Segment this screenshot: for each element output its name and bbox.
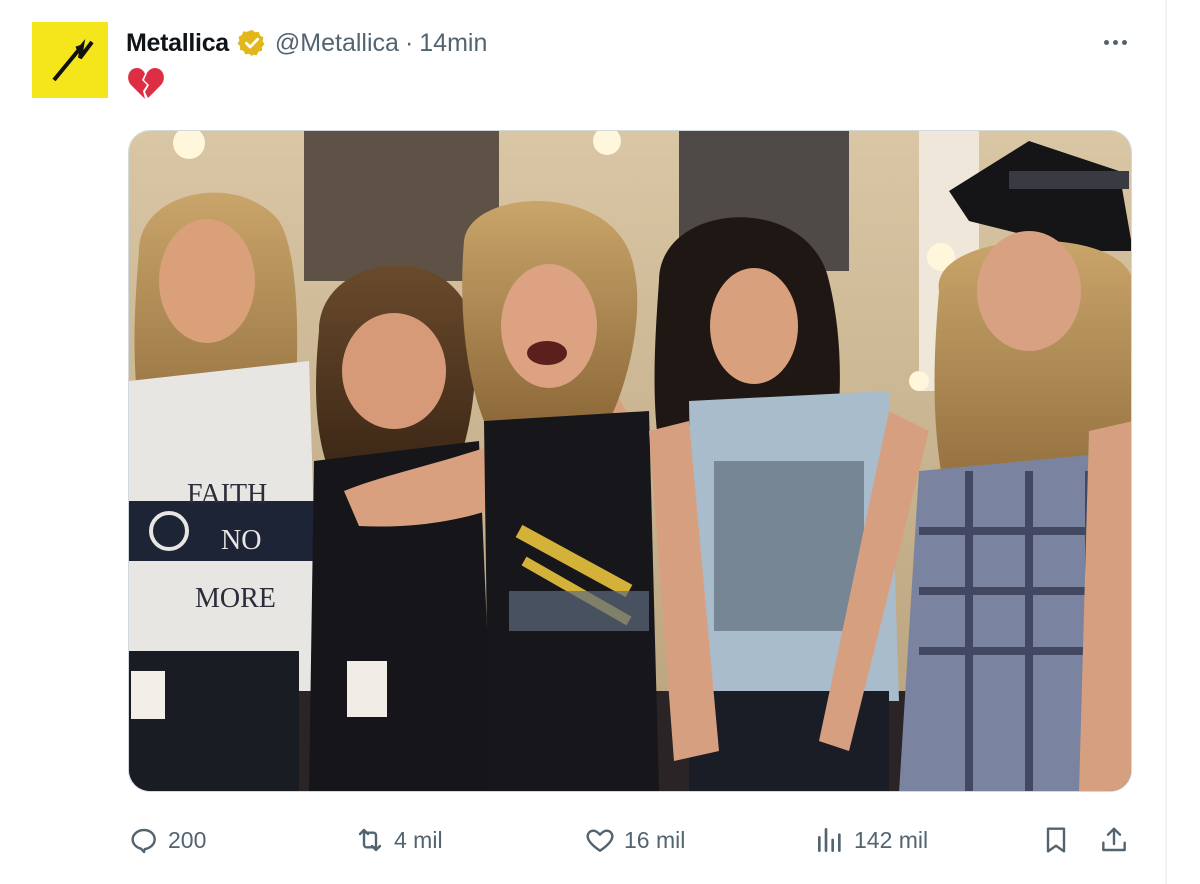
more-horizontal-icon <box>1103 39 1109 45</box>
views-button[interactable]: 142 mil <box>814 820 928 860</box>
tweet-card[interactable]: Metallica @Metallica · 14min FAITH NO MO… <box>0 0 1165 884</box>
more-dot <box>1121 39 1127 45</box>
more-options-button[interactable] <box>1095 25 1135 59</box>
author-handle[interactable]: @Metallica <box>275 29 399 58</box>
reply-icon <box>131 828 156 854</box>
shirt-text-no: NO <box>221 525 261 556</box>
heart-icon <box>586 829 614 852</box>
tweet-actions: 200 4 mil 16 mil 142 mil <box>0 812 1165 866</box>
column-border <box>1165 0 1167 884</box>
broken-heart-emoji-icon <box>128 68 164 99</box>
share-icon <box>1102 827 1126 852</box>
reply-button[interactable]: 200 <box>128 820 206 860</box>
reply-count: 200 <box>168 826 207 853</box>
tweet-photo[interactable]: FAITH NO MORE <box>128 130 1132 792</box>
repost-count: 4 mil <box>394 826 443 853</box>
views-count: 142 mil <box>854 826 929 853</box>
views-icon <box>818 828 841 852</box>
like-count: 16 mil <box>624 826 686 853</box>
repost-button[interactable]: 4 mil <box>354 820 443 860</box>
bookmark-icon <box>1046 827 1066 853</box>
band-photo: FAITH NO MORE <box>129 131 1131 791</box>
repost-icon <box>358 828 382 852</box>
verified-badge-icon[interactable] <box>237 28 267 58</box>
shirt-text-faith: FAITH <box>187 479 267 510</box>
timestamp[interactable]: 14min <box>419 29 487 58</box>
shirt-text-more: MORE <box>195 583 276 614</box>
metallica-logo-icon <box>52 38 94 82</box>
like-button[interactable]: 16 mil <box>584 820 685 860</box>
author-name[interactable]: Metallica <box>126 29 229 58</box>
separator-dot: · <box>404 28 414 57</box>
more-dot <box>1112 39 1118 45</box>
tweet-header: Metallica @Metallica · 14min <box>126 26 487 60</box>
bookmark-button[interactable] <box>1040 820 1072 860</box>
avatar[interactable] <box>32 22 108 98</box>
share-button[interactable] <box>1098 820 1130 860</box>
